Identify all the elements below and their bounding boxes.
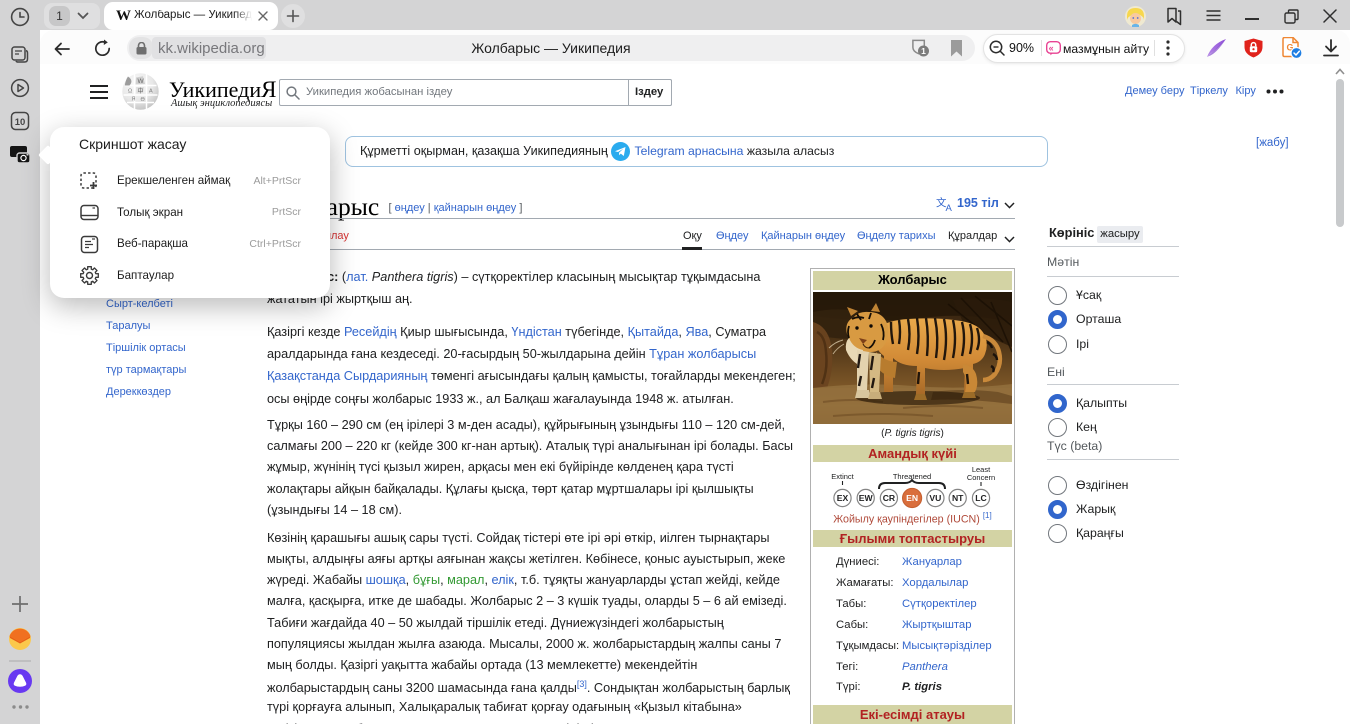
svg-text:NT: NT bbox=[952, 493, 964, 503]
svg-text:Extinct: Extinct bbox=[831, 472, 854, 481]
svg-text:1: 1 bbox=[921, 46, 926, 56]
svg-text:A: A bbox=[149, 89, 153, 95]
svg-text:EW: EW bbox=[859, 493, 874, 503]
svg-text:Я: Я bbox=[132, 97, 136, 103]
svg-text:A: A bbox=[946, 203, 953, 211]
svg-text:Ө: Ө bbox=[141, 97, 146, 103]
svg-text:Ω: Ω bbox=[128, 89, 132, 95]
svg-text:10: 10 bbox=[15, 117, 26, 128]
svg-text:EN: EN bbox=[906, 493, 918, 503]
svg-text:LC: LC bbox=[975, 493, 986, 503]
svg-text:Concern: Concern bbox=[967, 473, 995, 482]
svg-text:CR: CR bbox=[883, 493, 896, 503]
svg-text:VU: VU bbox=[929, 493, 941, 503]
svg-text:中: 中 bbox=[138, 87, 144, 95]
svg-text:EX: EX bbox=[837, 493, 849, 503]
svg-text:«: « bbox=[1049, 43, 1054, 53]
svg-text:W: W bbox=[138, 78, 145, 85]
